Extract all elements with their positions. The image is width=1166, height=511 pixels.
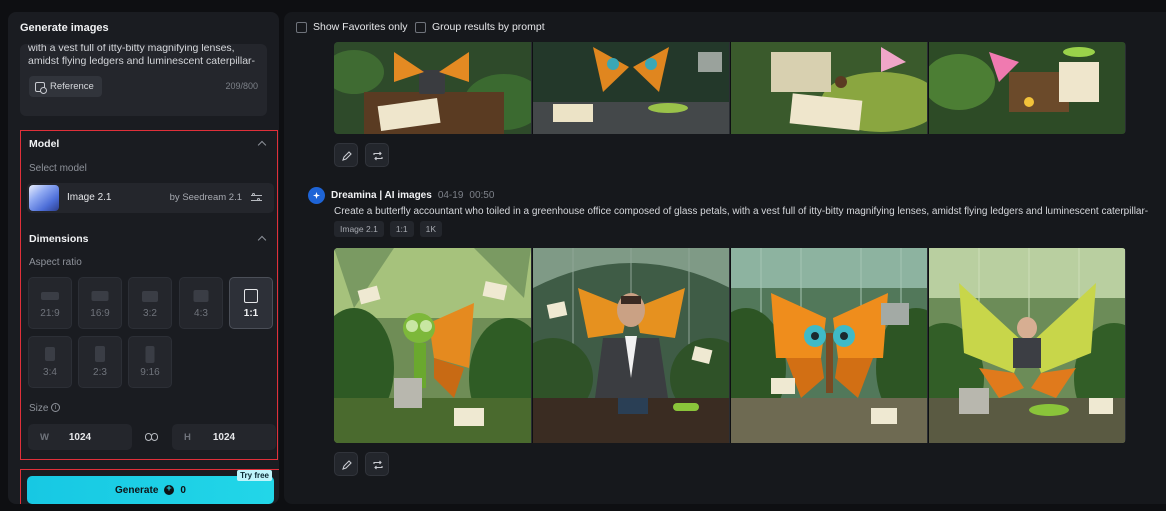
- generated-image[interactable]: [334, 42, 531, 134]
- dimensions-section-title: Dimensions: [29, 233, 89, 245]
- ratio-1-1[interactable]: 1:1: [229, 277, 273, 329]
- reference-label: Reference: [50, 81, 94, 92]
- generated-image[interactable]: [730, 248, 927, 443]
- ratio-label: 16:9: [90, 308, 110, 319]
- ratio-label: 3:4: [43, 367, 57, 378]
- link-icon[interactable]: [145, 433, 159, 441]
- results-area: Show Favorites only Group results by pro…: [284, 12, 1166, 504]
- generated-image[interactable]: [532, 248, 729, 443]
- sliders-icon[interactable]: [251, 192, 262, 203]
- prompt-input[interactable]: with a vest full of itty-bitty magnifyin…: [20, 44, 267, 116]
- size-label: Size: [29, 403, 49, 414]
- ratio-3-4[interactable]: 3:4: [28, 336, 72, 388]
- ratio-label: 4:3: [194, 308, 208, 319]
- ratio-shape: [142, 291, 158, 302]
- collapse-dimensions-icon[interactable]: [257, 235, 267, 245]
- aspect-ratio-label: Aspect ratio: [29, 257, 82, 268]
- result-image-strip: [334, 248, 1126, 443]
- credit-icon: [164, 483, 175, 495]
- reference-image-icon: [35, 81, 47, 94]
- group-filter[interactable]: Group results by prompt: [415, 21, 545, 33]
- ratio-label: 21:9: [40, 308, 60, 319]
- generate-label: Generate: [115, 484, 159, 496]
- ratio-shape: [45, 347, 55, 361]
- generated-image[interactable]: [334, 248, 531, 443]
- model-provider: by Seedream 2.1: [169, 192, 242, 203]
- ratio-21-9[interactable]: 21:9: [28, 277, 72, 329]
- collapse-model-icon[interactable]: [257, 140, 267, 150]
- group-label: Group results by prompt: [432, 21, 545, 33]
- height-value: 1024: [212, 432, 236, 443]
- panel-title: Generate images: [20, 22, 109, 34]
- height-field[interactable]: H 1024: [172, 424, 276, 450]
- favorites-checkbox[interactable]: [296, 21, 307, 33]
- repeat-icon: [373, 151, 383, 161]
- select-model-label: Select model: [29, 163, 87, 174]
- ratio-label: 1:1: [243, 308, 259, 319]
- generation-panel: Generate images with a vest full of itty…: [8, 12, 279, 504]
- regenerate-button[interactable]: [365, 143, 389, 167]
- ratio-shape: [95, 346, 105, 362]
- generate-cost: 0: [180, 484, 186, 496]
- result-tags: Image 2.1 1:1 1K: [334, 221, 443, 237]
- ratio-4-3[interactable]: 4:3: [179, 277, 223, 329]
- pencil-icon: [342, 460, 352, 470]
- char-count: 209/800: [225, 81, 258, 91]
- info-icon[interactable]: i: [51, 403, 60, 412]
- result-prompt[interactable]: Create a butterfly accountant who toiled…: [334, 206, 1148, 217]
- generated-image[interactable]: [928, 42, 1125, 134]
- favorites-label: Show Favorites only: [313, 21, 408, 33]
- ratio-label: 3:2: [143, 308, 157, 319]
- ratio-9-16[interactable]: 9:16: [128, 336, 172, 388]
- reference-button[interactable]: Reference: [29, 76, 102, 97]
- result-meta: Dreamina | AI images 04-19 00:50: [308, 187, 494, 204]
- favorites-filter[interactable]: Show Favorites only: [296, 21, 408, 33]
- model-selector[interactable]: Image 2.1 by Seedream 2.1: [27, 183, 274, 213]
- dreamina-logo-icon: [308, 187, 325, 204]
- ratio-3-2[interactable]: 3:2: [128, 277, 172, 329]
- result-time: 00:50: [469, 190, 495, 201]
- ratio-2-3[interactable]: 2:3: [78, 336, 122, 388]
- ratio-label: 9:16: [140, 367, 160, 378]
- generated-image[interactable]: [730, 42, 927, 134]
- tag-ratio: 1:1: [389, 221, 414, 237]
- model-thumbnail: [29, 185, 59, 211]
- edit-button[interactable]: [334, 452, 358, 476]
- ratio-shape: [193, 290, 209, 302]
- ratio-label: 2:3: [93, 367, 107, 378]
- try-free-badge: Try free: [237, 470, 272, 481]
- width-value: 1024: [68, 432, 92, 443]
- repeat-icon: [373, 460, 383, 470]
- width-field[interactable]: W 1024: [28, 424, 132, 450]
- tag-resolution: 1K: [419, 221, 443, 237]
- ratio-shape: [244, 289, 258, 303]
- edit-button[interactable]: [334, 143, 358, 167]
- ratio-shape: [91, 291, 109, 301]
- ratio-shape: [145, 346, 155, 363]
- model-name: Image 2.1: [67, 192, 112, 203]
- generate-highlight: Generate 0 Try free: [20, 469, 279, 504]
- pencil-icon: [342, 151, 352, 161]
- result-author: Dreamina | AI images: [331, 190, 432, 201]
- tag-model: Image 2.1: [334, 221, 384, 237]
- prompt-fade: [20, 62, 267, 76]
- group-checkbox[interactable]: [415, 21, 426, 33]
- generate-button[interactable]: Generate 0 Try free: [27, 470, 274, 504]
- generated-image[interactable]: [532, 42, 729, 134]
- regenerate-button[interactable]: [365, 452, 389, 476]
- ratio-shape: [41, 292, 59, 300]
- generated-image[interactable]: [928, 248, 1125, 443]
- model-section-title: Model: [29, 138, 60, 150]
- settings-highlight: Model Select model Image 2.1 by Seedream…: [20, 130, 278, 460]
- previous-image-strip: [334, 42, 1126, 134]
- result-date: 04-19: [437, 190, 464, 201]
- ratio-16-9[interactable]: 16:9: [78, 277, 122, 329]
